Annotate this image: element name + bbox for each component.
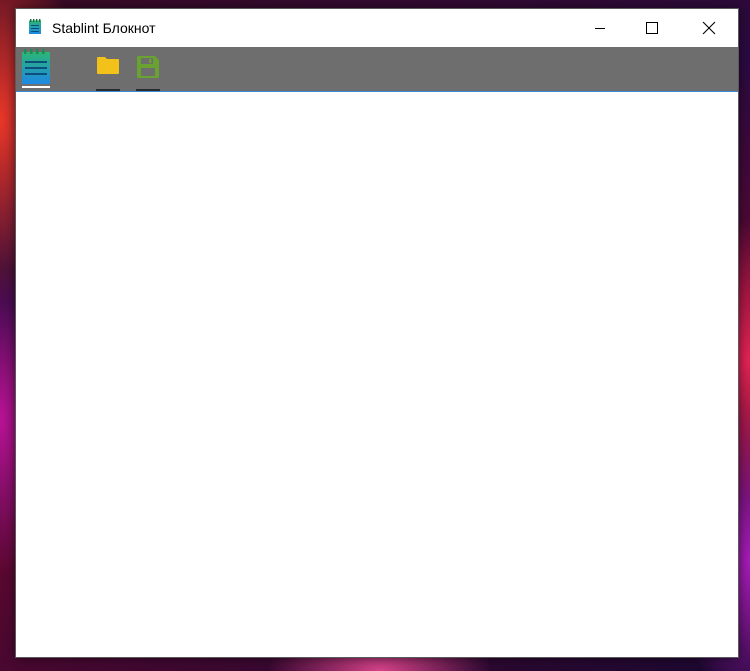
floppy-disk-icon [137,56,159,78]
title-bar[interactable]: Stablint Блокнот [16,9,738,47]
close-icon [702,21,716,35]
save-file-button[interactable] [134,47,162,91]
app-window: Stablint Блокнот [15,8,739,658]
notepad-app-icon [29,19,41,34]
save-button-underline [136,89,160,91]
minimize-icon [595,28,605,29]
window-title: Stablint Блокнот [52,20,156,36]
notepad-logo-icon [22,49,50,88]
open-button-underline [96,89,120,91]
open-file-button[interactable] [94,47,122,91]
close-button[interactable] [686,9,732,47]
text-editor[interactable] [16,92,738,657]
minimize-button[interactable] [577,9,623,47]
maximize-button[interactable] [629,9,675,47]
toolbar [16,47,738,92]
maximize-icon [646,22,658,34]
folder-icon [97,57,119,74]
